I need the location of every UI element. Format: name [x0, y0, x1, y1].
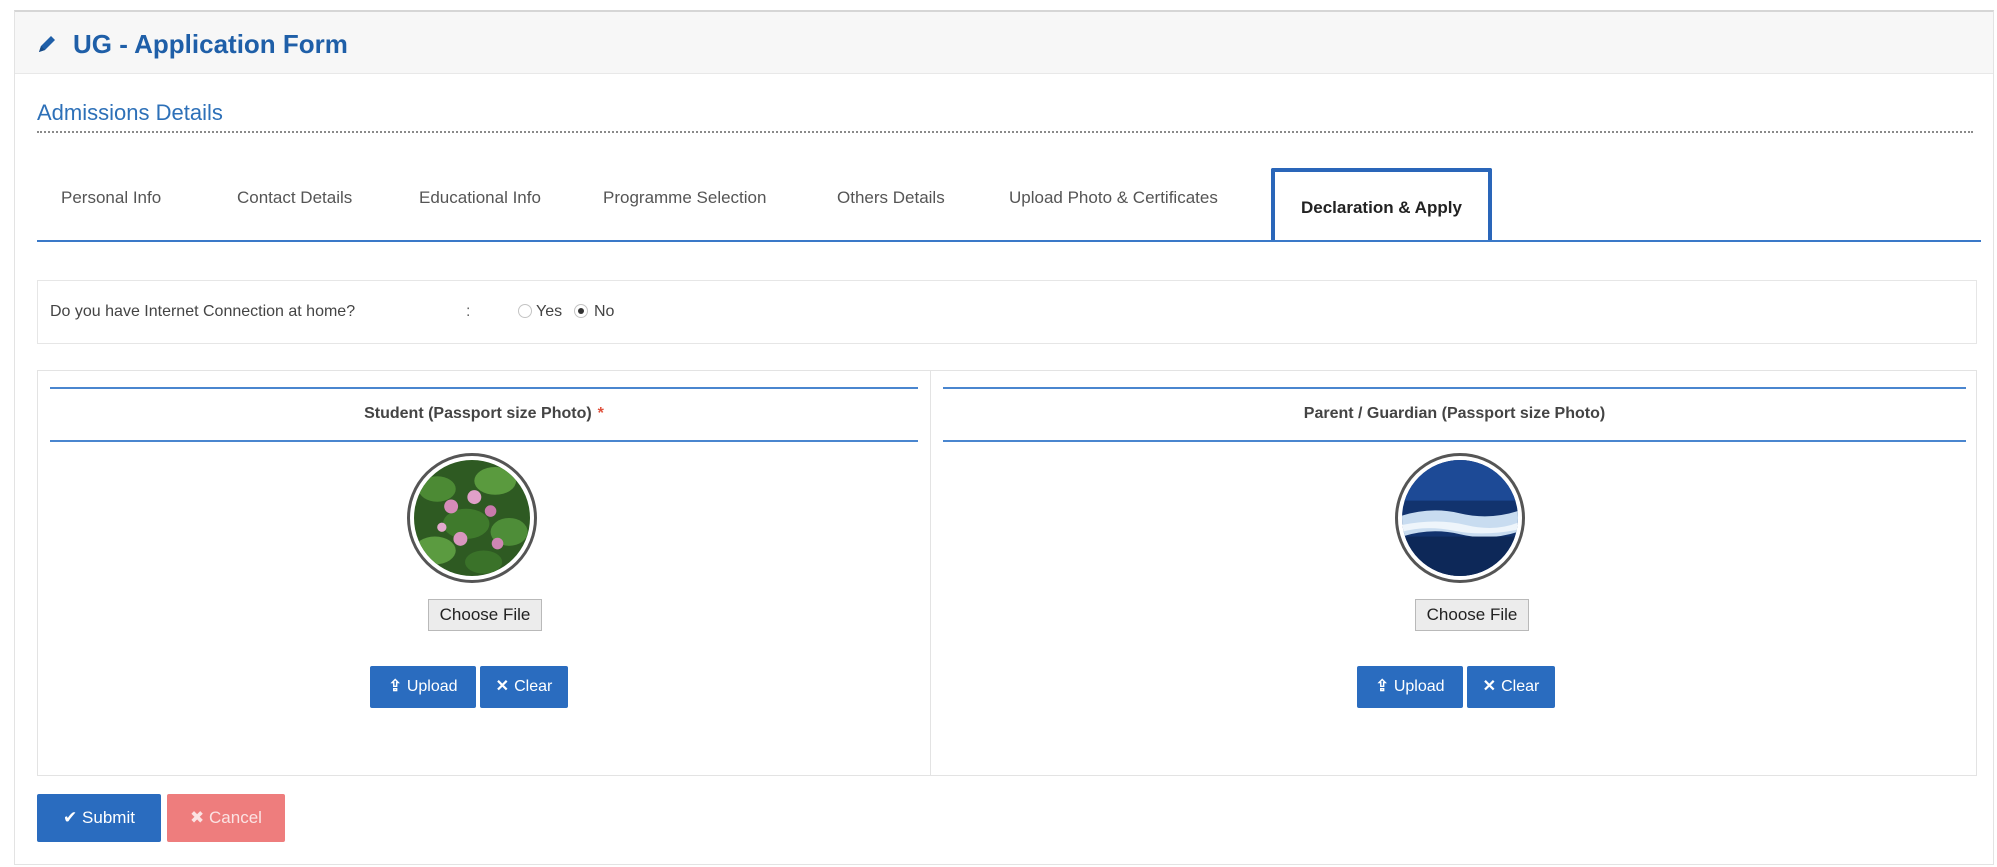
parent-photo-image [1402, 460, 1518, 576]
radio-yes[interactable] [518, 304, 532, 318]
panel-rule [943, 387, 1966, 389]
form-title: UG - Application Form [73, 29, 348, 59]
submit-button[interactable]: ✔ Submit [37, 794, 161, 842]
required-asterisk: * [597, 405, 604, 422]
student-upload-button[interactable]: ⇪ Upload [370, 666, 476, 708]
radio-no-label: No [594, 303, 615, 320]
form-tabs: Personal Info Contact Details Educationa… [37, 164, 1981, 244]
student-photo-panel: Student (Passport size Photo) * Choose F… [38, 371, 930, 775]
student-photo-title-text: Student (Passport size Photo) [364, 405, 592, 422]
section-title: Admissions Details [37, 100, 223, 125]
tab-others-details[interactable]: Others Details [837, 188, 945, 208]
tab-educational-info[interactable]: Educational Info [419, 188, 541, 208]
tab-declaration-apply[interactable]: Declaration & Apply [1271, 168, 1492, 242]
student-clear-button[interactable]: ✕ Clear [480, 666, 568, 708]
section-divider [37, 131, 1973, 133]
radio-yes-label: Yes [536, 303, 563, 320]
parent-upload-button[interactable]: ⇪ Upload [1357, 666, 1463, 708]
question-separator: : [466, 303, 471, 320]
radio-no[interactable] [574, 304, 588, 318]
panel-rule [50, 440, 918, 442]
form-header: UG - Application Form [15, 12, 1993, 74]
pencil-icon [39, 36, 55, 52]
tab-programme-selection[interactable]: Programme Selection [603, 188, 766, 208]
student-photo-title: Student (Passport size Photo) * [38, 405, 930, 423]
tabs-baseline [37, 240, 1981, 242]
internet-question-label: Do you have Internet Connection at home? [50, 303, 356, 320]
upload-icon: ⇪ [1375, 678, 1389, 695]
parent-photo-title: Parent / Guardian (Passport size Photo) [1303, 405, 1606, 422]
parent-photo-panel: Parent / Guardian (Passport size Photo) … [931, 371, 1978, 775]
student-photo-image [414, 460, 530, 576]
close-icon: ✕ [1482, 678, 1497, 695]
student-choose-file-button[interactable]: Choose File [428, 599, 542, 631]
panel-rule [50, 387, 918, 389]
student-photo-preview [407, 453, 537, 583]
parent-clear-button[interactable]: ✕ Clear [1467, 666, 1555, 708]
photo-upload-section: Student (Passport size Photo) * Choose F… [37, 370, 1977, 776]
application-form-panel: UG - Application Form Admissions Details… [14, 10, 1994, 865]
check-icon: ✔ [63, 808, 78, 827]
internet-question-row: Do you have Internet Connection at home?… [37, 280, 1977, 344]
tab-personal-info[interactable]: Personal Info [61, 188, 161, 208]
tab-upload-photo-certificates[interactable]: Upload Photo & Certificates [1009, 188, 1218, 208]
upload-icon: ⇪ [388, 678, 402, 695]
parent-photo-preview [1395, 453, 1525, 583]
cancel-button[interactable]: ✖ Cancel [167, 794, 285, 842]
panel-rule [943, 440, 1966, 442]
tab-contact-details[interactable]: Contact Details [237, 188, 352, 208]
close-icon: ✕ [495, 678, 510, 695]
close-icon: ✖ [190, 808, 205, 827]
parent-choose-file-button[interactable]: Choose File [1415, 599, 1529, 631]
